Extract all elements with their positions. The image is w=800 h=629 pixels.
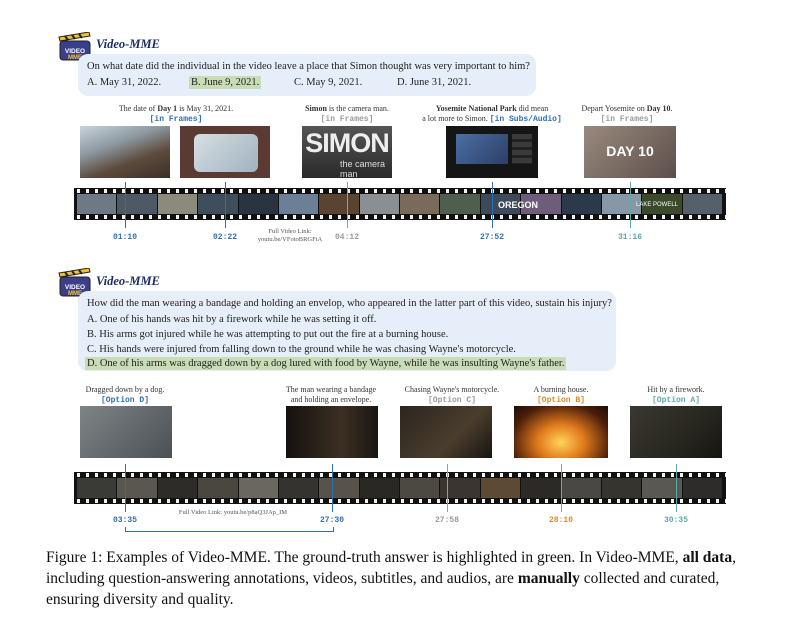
- svg-text:VIDEO: VIDEO: [65, 48, 85, 55]
- frame-thumbnail: [80, 406, 172, 458]
- option-d-answer: D. One of his arms was dragged down by a…: [85, 357, 567, 370]
- frame-thumbnail: [630, 406, 722, 458]
- frame-thumbnail: SIMON the camera man: [302, 126, 392, 178]
- clue-caption: Simon is the camera man. [in Frames]: [305, 104, 389, 124]
- timestamp: 28:10: [548, 516, 573, 525]
- time-tick: [125, 464, 126, 512]
- question-text: On what date did the individual in the v…: [87, 61, 530, 72]
- clue-caption: The man wearing a bandage and holding an …: [285, 385, 377, 404]
- timestamp: 01:10: [112, 233, 137, 242]
- clue-caption: A burning house. [Option B]: [533, 385, 589, 405]
- thumb-text: the camera man: [340, 159, 386, 178]
- clue-tag: [Option B]: [536, 396, 585, 405]
- video-filmstrip: [74, 472, 726, 504]
- clue-tag: [in Subs/Audio]: [489, 115, 562, 124]
- time-tick: [630, 182, 631, 228]
- timestamp: 27:58: [434, 516, 459, 525]
- timestamp: 03:35: [112, 516, 137, 525]
- option-b-answer: B. June 9, 2021.: [189, 76, 262, 89]
- frame-thumbnail: [180, 126, 270, 178]
- clue-caption: Dragged down by a dog. [Option D]: [85, 385, 165, 405]
- frame-thumbnail: DAY 10: [584, 126, 676, 178]
- frame-thumbnail: [80, 126, 170, 178]
- timestamp: 30:35: [663, 516, 688, 525]
- option-b: B. His arms got injured while he was att…: [87, 329, 449, 340]
- brand-title: Video-MME: [96, 274, 160, 288]
- option-d: D. June 31, 2021.: [397, 77, 472, 88]
- time-tick: [561, 464, 562, 512]
- clue-caption: Depart Yosemite on Day 10. [in Frames]: [581, 104, 673, 124]
- time-span-bracket: [125, 527, 334, 532]
- frame-thumbnail: [400, 406, 492, 458]
- figure-caption: Figure 1: Examples of Video-MME. The gro…: [46, 549, 736, 608]
- strip-text: LAKE POWELL: [636, 202, 679, 208]
- video-link[interactable]: Full Video Link: youtu.be/p8aQ3JAp_IM: [170, 509, 296, 517]
- option-a: A. One of his hands was hit by a firewor…: [87, 314, 377, 325]
- clue-tag: [in Frames]: [149, 115, 203, 124]
- timestamp: 27:52: [479, 233, 504, 242]
- clue-tag: [in Frames]: [320, 115, 374, 124]
- timestamp: 31:16: [617, 233, 642, 242]
- clue-tag: [Option D]: [100, 396, 149, 405]
- svg-text:VIDEO: VIDEO: [65, 284, 85, 291]
- brand-title: Video-MME: [96, 37, 160, 51]
- frame-thumbnail: [286, 406, 378, 458]
- clue-caption: Chasing Wayne's motorcycle. [Option C]: [404, 385, 500, 405]
- thumb-text: DAY 10: [606, 143, 654, 159]
- time-tick: [225, 182, 226, 228]
- clue-tag: [Option A]: [651, 396, 700, 405]
- frame-thumbnail: [446, 126, 538, 178]
- timestamp: 27:30: [319, 516, 344, 525]
- time-tick: [125, 182, 126, 228]
- time-tick: [332, 464, 333, 512]
- clue-tag: [in Frames]: [600, 115, 654, 124]
- time-tick: [676, 464, 677, 512]
- clue-tag: [Option C]: [427, 396, 476, 405]
- clue-caption: Hit by a firework. [Option A]: [647, 385, 705, 405]
- frame-thumbnail: [514, 406, 608, 458]
- option-a: A. May 31, 2022.: [87, 77, 162, 88]
- clue-caption: The date of Day 1 is May 31, 2021. [in F…: [118, 104, 234, 124]
- time-tick: [447, 464, 448, 512]
- option-c: C. His hands were injured from falling d…: [87, 344, 516, 355]
- time-tick: [492, 182, 493, 228]
- time-tick: [347, 182, 348, 228]
- clue-caption: Yosemite National Park did mean a lot mo…: [422, 104, 562, 124]
- timestamp: 02:22: [212, 233, 237, 242]
- video-link[interactable]: Full Video Link: youtu.be/VFotoBRGFtA: [248, 228, 332, 244]
- question-text: How did the man wearing a bandage and ho…: [87, 298, 612, 309]
- video-filmstrip: OREGON LAKE POWELL: [74, 188, 726, 220]
- option-c: C. May 9, 2021.: [294, 77, 363, 88]
- strip-text: OREGON: [498, 200, 539, 210]
- thumb-text: SIMON: [305, 128, 390, 158]
